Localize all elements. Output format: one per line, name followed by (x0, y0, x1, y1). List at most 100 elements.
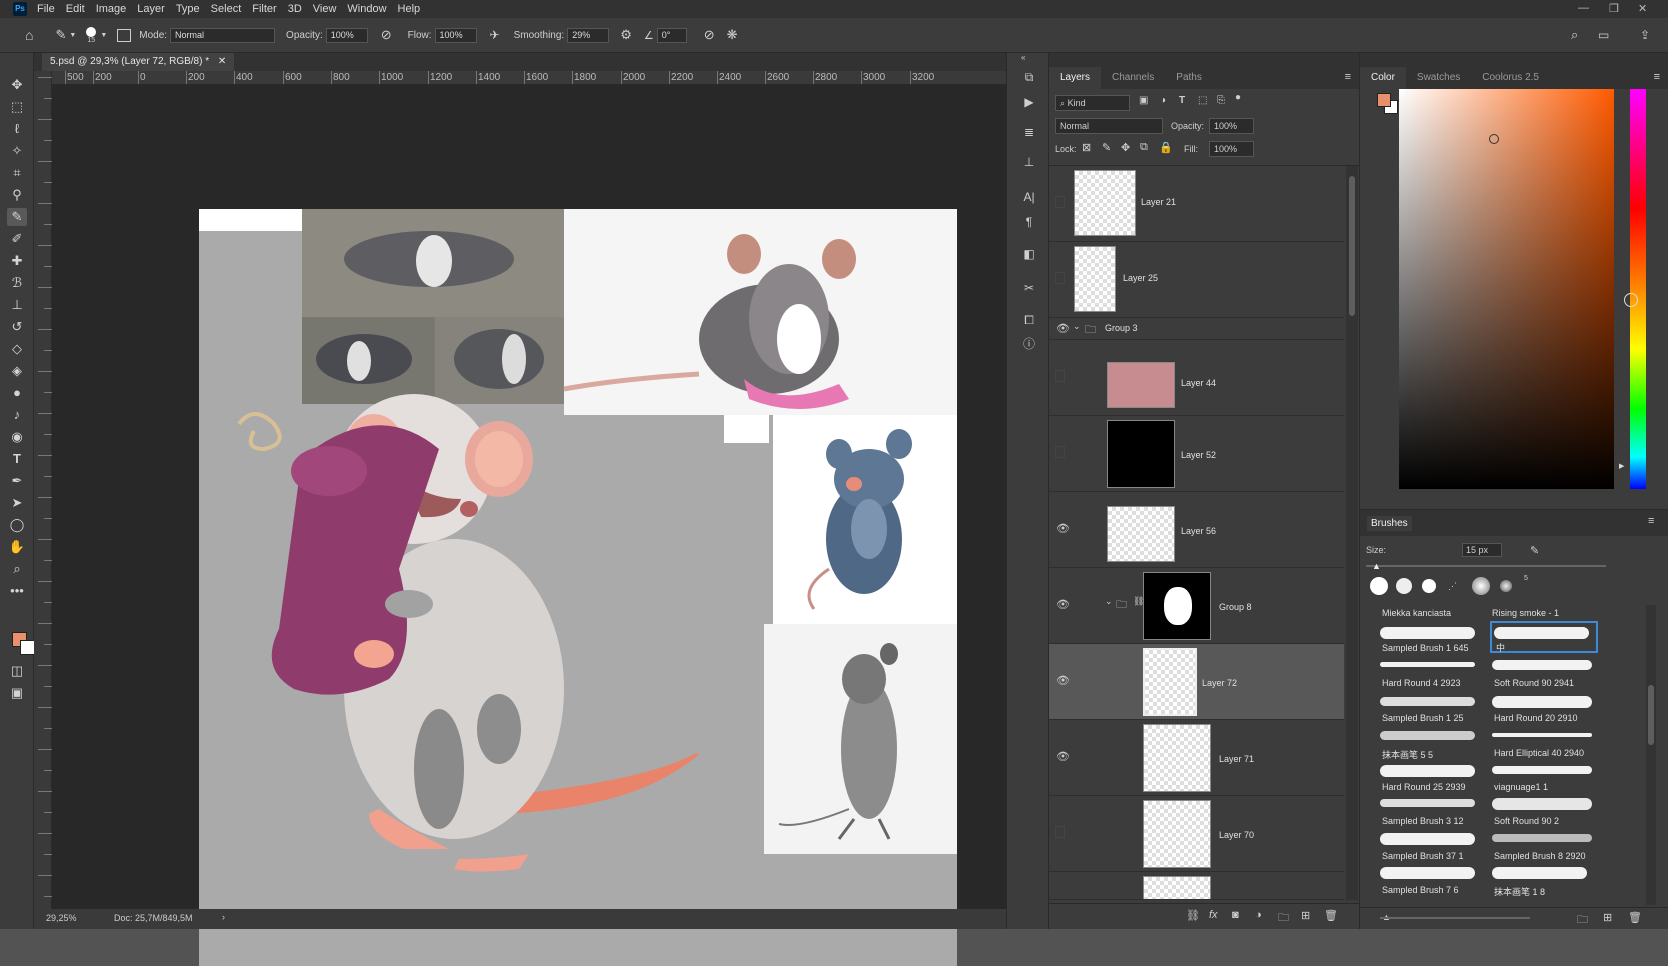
layer-row[interactable]: 👁 Layer 71 (1049, 720, 1344, 796)
paragraph-panel-icon[interactable]: ¶ (1019, 213, 1039, 231)
brush-name[interactable]: Sampled Brush 7 6 (1382, 885, 1459, 895)
layer-row[interactable]: Layer 44 (1049, 340, 1344, 416)
brush-stroke-preview[interactable] (1380, 662, 1475, 667)
paint-bucket-tool-icon[interactable]: ◈ (7, 362, 27, 380)
menu-window[interactable]: Window (347, 3, 386, 15)
foreground-color-chip[interactable] (1377, 93, 1391, 107)
eyedropper-tool-icon[interactable]: ⚲ (7, 186, 27, 204)
restore-icon[interactable]: ❐ (1609, 2, 1619, 15)
brush-stroke-preview[interactable] (1380, 867, 1475, 879)
filter-type-icon[interactable]: T (1179, 95, 1185, 106)
tab-layers[interactable]: Layers (1049, 67, 1102, 89)
fx-icon[interactable]: fx (1209, 909, 1218, 921)
tab-channels[interactable]: Channels (1101, 67, 1165, 89)
layer-row[interactable]: 👁 Layer 56 (1049, 492, 1344, 568)
brush-name[interactable]: Hard Round 25 2939 (1382, 782, 1466, 792)
menu-type[interactable]: Type (176, 3, 200, 15)
smoothing-field[interactable]: 29% (567, 27, 610, 43)
symmetry-icon[interactable]: ❋ (727, 27, 738, 43)
tab-paths[interactable]: Paths (1165, 67, 1213, 89)
layer-name[interactable]: Layer 72 (1202, 678, 1237, 688)
brushes-scrollbar[interactable] (1646, 605, 1656, 905)
share-icon[interactable]: ⇪ (1640, 28, 1650, 42)
eye-icon[interactable]: 👁 (1055, 322, 1071, 335)
add-mask-icon[interactable]: ◙ (1232, 909, 1239, 921)
brush-name[interactable]: Soft Round 90 2 (1494, 816, 1559, 826)
new-brush-icon[interactable]: ✎ (1530, 544, 1539, 557)
layer-row[interactable]: Layer 25 (1049, 242, 1344, 318)
brush-stroke-preview[interactable] (1492, 834, 1592, 842)
background-color-swatch[interactable] (20, 640, 35, 655)
menu-help[interactable]: Help (398, 3, 421, 15)
lock-transparent-icon[interactable]: ⊠ (1082, 141, 1091, 154)
brush-settings-panel-icon[interactable]: ≣ (1019, 123, 1039, 141)
brush-name[interactable]: 抹本画笔 1 8 (1494, 885, 1545, 898)
pencil-tool-icon[interactable]: ✐ (7, 230, 27, 248)
panel-menu-icon[interactable]: ≡ (1654, 71, 1660, 83)
healing-tool-icon[interactable]: ✚ (7, 252, 27, 270)
menu-layer[interactable]: Layer (137, 3, 165, 15)
brush-item-selected[interactable]: 中 (1490, 621, 1598, 653)
brush-preset-count[interactable]: 5 (1524, 575, 1528, 582)
brush-preset-soft-round[interactable] (1472, 577, 1490, 595)
brushes-title[interactable]: Brushes (1367, 516, 1412, 531)
clone-stamp-tool-icon[interactable]: ⊥ (7, 296, 27, 314)
brush-stroke-preview[interactable] (1380, 697, 1475, 706)
layer-name[interactable]: Layer 70 (1219, 830, 1254, 840)
visibility-off-box[interactable] (1055, 826, 1065, 838)
chevron-down-icon[interactable]: ⌄ (1105, 596, 1113, 607)
chevron-right-icon[interactable]: › (222, 912, 225, 922)
brush-preset-round[interactable] (1396, 578, 1412, 594)
mode-select[interactable]: Normal (170, 27, 276, 43)
brush-name[interactable]: Hard Round 4 2923 (1382, 678, 1461, 688)
brush-name[interactable]: Sampled Brush 1 25 (1382, 713, 1464, 723)
brush-stroke-preview[interactable] (1380, 799, 1475, 807)
menu-select[interactable]: Select (211, 3, 242, 15)
panel-menu-icon[interactable]: ≡ (1648, 515, 1654, 527)
lock-pixels-icon[interactable]: ✎ (1102, 141, 1111, 154)
brush-stroke-preview[interactable] (1492, 766, 1592, 774)
move-tool-icon[interactable]: ✥ (7, 76, 27, 94)
brush-preset-picker[interactable]: 15 (86, 26, 97, 44)
magic-wand-tool-icon[interactable]: ✧ (7, 142, 27, 160)
sponge-tool-icon[interactable]: ◉ (7, 428, 27, 446)
brush-stroke-preview[interactable] (1380, 627, 1475, 639)
flow-field[interactable]: 100% (434, 27, 477, 43)
brush-stroke-preview[interactable] (1492, 696, 1592, 708)
blur-tool-icon[interactable]: ● (7, 384, 27, 402)
lock-artboard-icon[interactable]: ⧉ (1140, 141, 1148, 154)
adjustments-panel-icon[interactable]: ⧠ (1019, 311, 1039, 329)
brush-stroke-preview[interactable] (1380, 833, 1475, 845)
color-picker-cursor[interactable] (1489, 134, 1499, 144)
brush-name[interactable]: 抹本画笔 5 5 (1382, 748, 1433, 761)
hand-tool-icon[interactable]: ✋ (7, 538, 27, 556)
layer-row[interactable]: Layer 52 (1049, 416, 1344, 492)
brush-name[interactable]: Hard Round 20 2910 (1494, 713, 1578, 723)
delete-brush-icon[interactable]: 🗑 (1628, 911, 1642, 924)
brush-stroke-preview[interactable] (1492, 867, 1587, 879)
character-panel-icon[interactable]: A| (1019, 188, 1039, 206)
document-tab[interactable]: 5.psd @ 29,3% (Layer 72, RGB/8) * ✕ (42, 53, 235, 71)
eraser-tool-icon[interactable]: ◇ (7, 340, 27, 358)
lock-all-icon[interactable]: 🔒 (1159, 141, 1173, 154)
brush-size-field[interactable]: 15 px (1462, 543, 1502, 557)
brush-preset-splatter[interactable]: ⋰ (1448, 581, 1457, 592)
gear-icon[interactable]: ⚙ (620, 27, 632, 43)
search-icon[interactable]: ⌕ (1571, 27, 1578, 43)
close-icon[interactable]: ✕ (1638, 2, 1647, 15)
ellipse-tool-icon[interactable]: ◯ (7, 516, 27, 534)
menu-filter[interactable]: Filter (252, 3, 276, 15)
angle-field[interactable]: 0° (656, 27, 687, 43)
brush-stroke-preview[interactable] (1492, 733, 1592, 737)
layer-opacity-field[interactable]: 100% (1209, 118, 1254, 134)
layer-row[interactable] (1049, 872, 1344, 900)
new-group-icon[interactable]: 🗀 (1577, 911, 1588, 930)
brush-name[interactable]: Sampled Brush 37 1 (1382, 851, 1464, 861)
dodge-tool-icon[interactable]: ♪ (7, 406, 27, 424)
visibility-off-box[interactable] (1055, 370, 1065, 382)
home-icon[interactable]: ⌂ (25, 27, 33, 43)
screen-mode-icon[interactable]: ▣ (7, 684, 27, 702)
layer-name[interactable]: Layer 52 (1181, 450, 1216, 460)
brush-preset-hard-round[interactable] (1370, 577, 1388, 595)
collapse-icon[interactable]: « (1021, 53, 1025, 62)
